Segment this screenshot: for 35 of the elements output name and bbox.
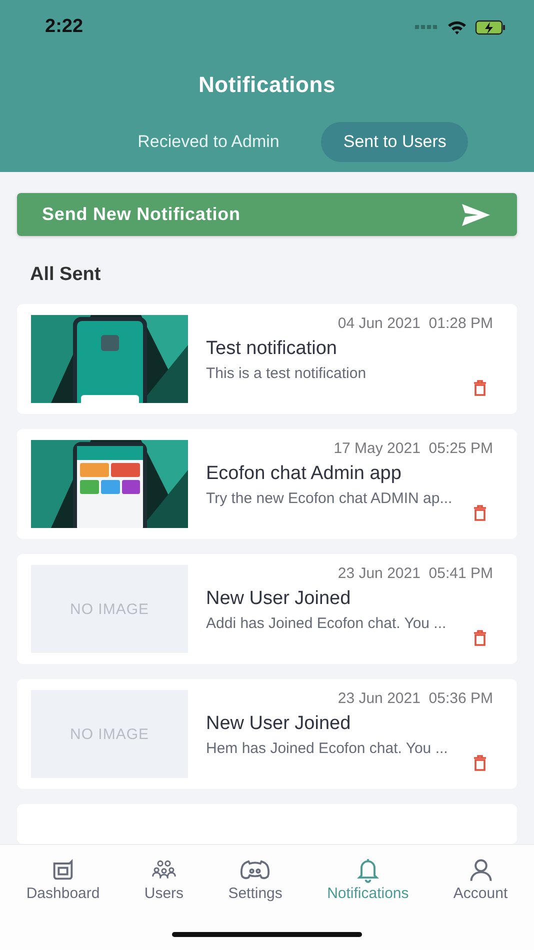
bell-icon — [354, 857, 381, 883]
send-icon — [461, 202, 491, 226]
tab[interactable]: Sent to Users — [321, 122, 468, 162]
send-notification-button[interactable]: Send New Notification — [17, 193, 517, 236]
nav-tab[interactable]: Notifications — [323, 857, 413, 902]
notification-title: Ecofon chat Admin app — [206, 463, 402, 485]
notification-date: 23 Jun 2021 05:36 PM — [338, 690, 494, 707]
signal-icon — [415, 24, 439, 30]
page-title: Notifications — [198, 72, 336, 98]
notification-message: Hem has Joined Ecofon chat. You ... — [206, 740, 449, 757]
notification-message: Addi has Joined Ecofon chat. You ... — [206, 615, 448, 632]
notification-title: New User Joined — [206, 713, 352, 735]
notification-message: Try the new Ecofon chat ADMIN ap... — [206, 490, 454, 507]
nav-tab[interactable]: Dashboard — [22, 857, 104, 902]
trash-icon[interactable] — [473, 380, 487, 396]
notification-date: 04 Jun 2021 01:28 PM — [338, 315, 494, 332]
notification-message: This is a test notification — [206, 365, 368, 382]
nav-tab[interactable]: Account — [449, 857, 512, 902]
section-title: All Sent — [30, 264, 102, 286]
notification-title: New User Joined — [206, 588, 352, 610]
nav-tab[interactable]: Settings — [224, 857, 286, 902]
trash-icon[interactable] — [473, 755, 487, 771]
notification-date: 17 May 2021 05:25 PM — [334, 440, 494, 457]
trash-icon[interactable] — [473, 630, 487, 646]
status-time: 2:22 — [45, 16, 84, 38]
nav-tab[interactable]: Users — [140, 857, 188, 902]
notification-card[interactable]: 04 Jun 2021 01:28 PM Test notification This is a test notification — [17, 304, 517, 414]
tab[interactable]: Recieved to Admin — [116, 122, 302, 162]
notification-card[interactable]: 17 May 2021 05:25 PM Ecofon chat Admin app Try the new Ecofon chat ADMIN ap... — [17, 429, 517, 539]
notification-date: 23 Jun 2021 05:41 PM — [338, 565, 494, 582]
trash-icon[interactable] — [473, 505, 487, 521]
wifi-icon — [447, 20, 467, 34]
person-icon — [468, 857, 494, 883]
notification-title: Test notification — [206, 338, 338, 360]
battery-icon — [475, 20, 506, 34]
